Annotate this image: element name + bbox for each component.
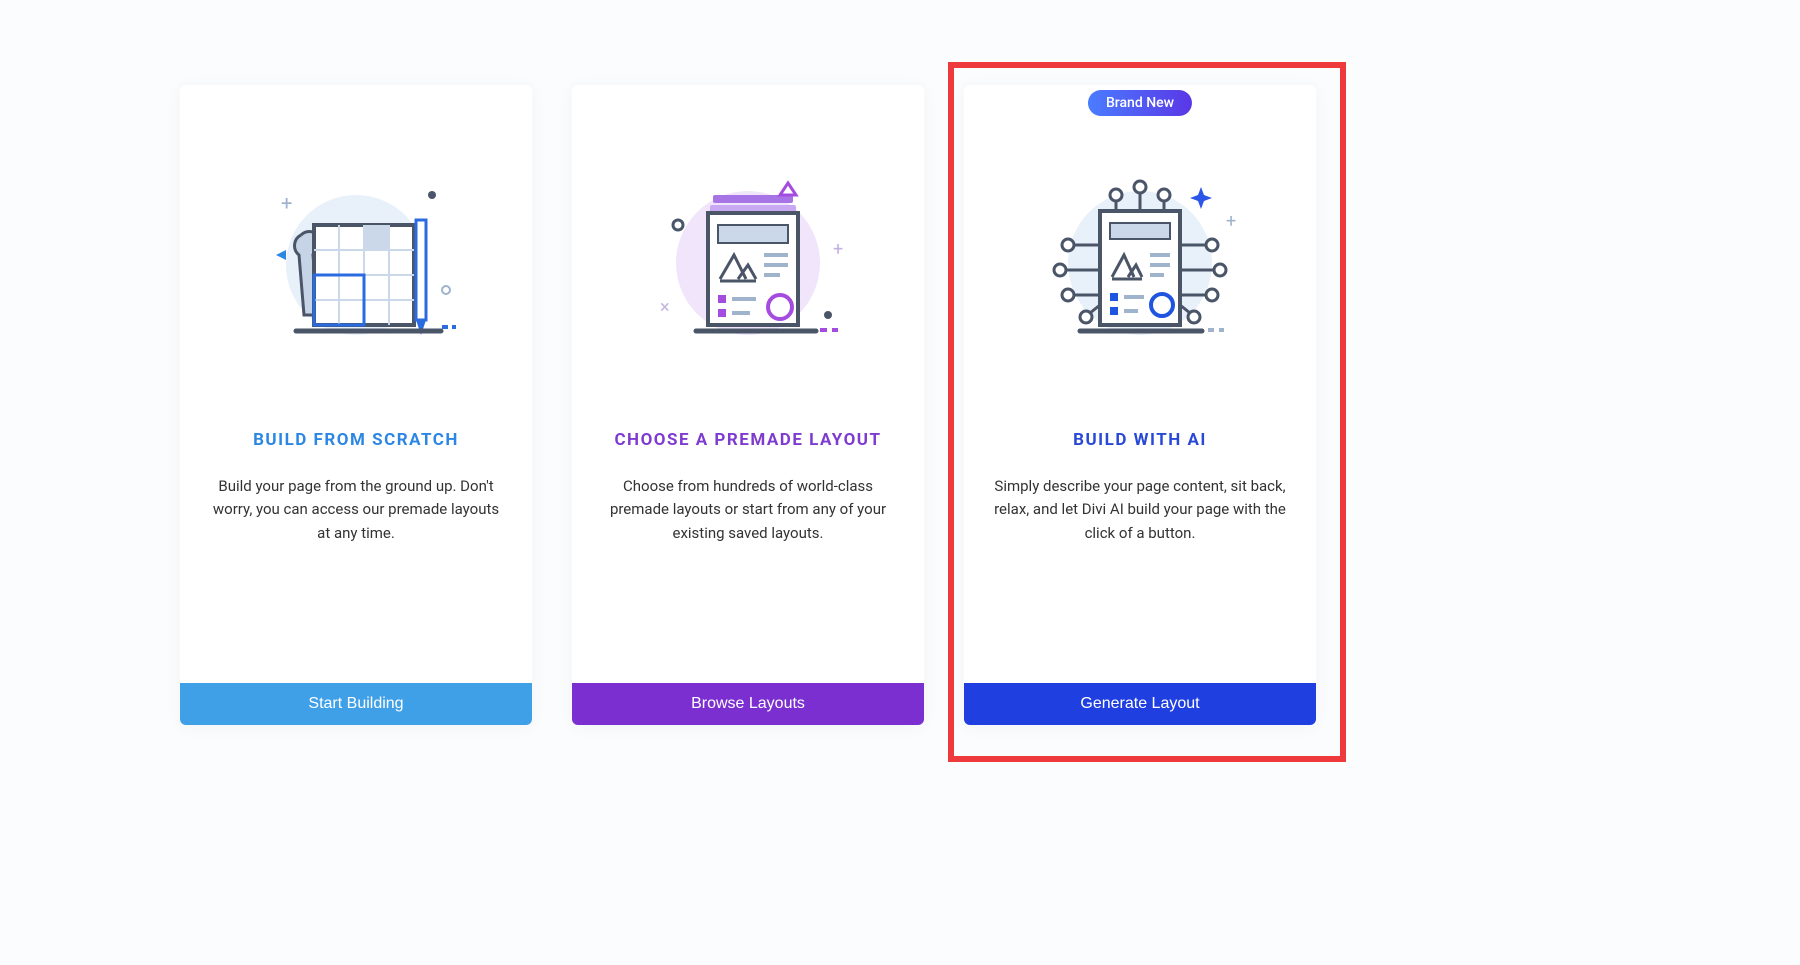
svg-text:×: × — [660, 297, 670, 318]
card-desc: Simply describe your page content, sit b… — [994, 475, 1286, 545]
card-build-from-scratch[interactable]: + BUILD FROM SCRATCH Build your page fro… — [180, 85, 532, 725]
start-building-button[interactable]: Start Building — [180, 683, 532, 725]
svg-text:+: + — [833, 239, 843, 260]
svg-text:+: + — [1226, 211, 1236, 232]
card-premade-layout[interactable]: × + CHOOSE A PREMADE LAYOUT Choose from … — [572, 85, 924, 725]
layout-options-cards: + BUILD FROM SCRATCH Build your page fro… — [180, 85, 1316, 725]
ai-illustration: + — [964, 85, 1316, 375]
generate-layout-button[interactable]: Generate Layout — [964, 683, 1316, 725]
brand-new-badge: Brand New — [1088, 90, 1192, 116]
card-title: CHOOSE A PREMADE LAYOUT — [602, 430, 894, 450]
layout-doc-icon: × + — [638, 155, 858, 355]
card-title: BUILD WITH AI — [994, 430, 1286, 450]
card-desc: Choose from hundreds of world-class prem… — [602, 475, 894, 545]
ai-chip-doc-icon: + — [1020, 155, 1260, 355]
grid-wrench-icon: + — [246, 155, 466, 355]
premade-illustration: × + — [572, 85, 924, 375]
browse-layouts-button[interactable]: Browse Layouts — [572, 683, 924, 725]
card-desc: Build your page from the ground up. Don'… — [210, 475, 502, 545]
scratch-illustration: + — [180, 85, 532, 375]
svg-text:+: + — [281, 191, 292, 215]
card-content: BUILD WITH AI Simply describe your page … — [964, 375, 1316, 683]
card-content: CHOOSE A PREMADE LAYOUT Choose from hund… — [572, 375, 924, 683]
card-build-with-ai[interactable]: Brand New — [964, 85, 1316, 725]
card-content: BUILD FROM SCRATCH Build your page from … — [180, 375, 532, 683]
card-title: BUILD FROM SCRATCH — [210, 430, 502, 450]
